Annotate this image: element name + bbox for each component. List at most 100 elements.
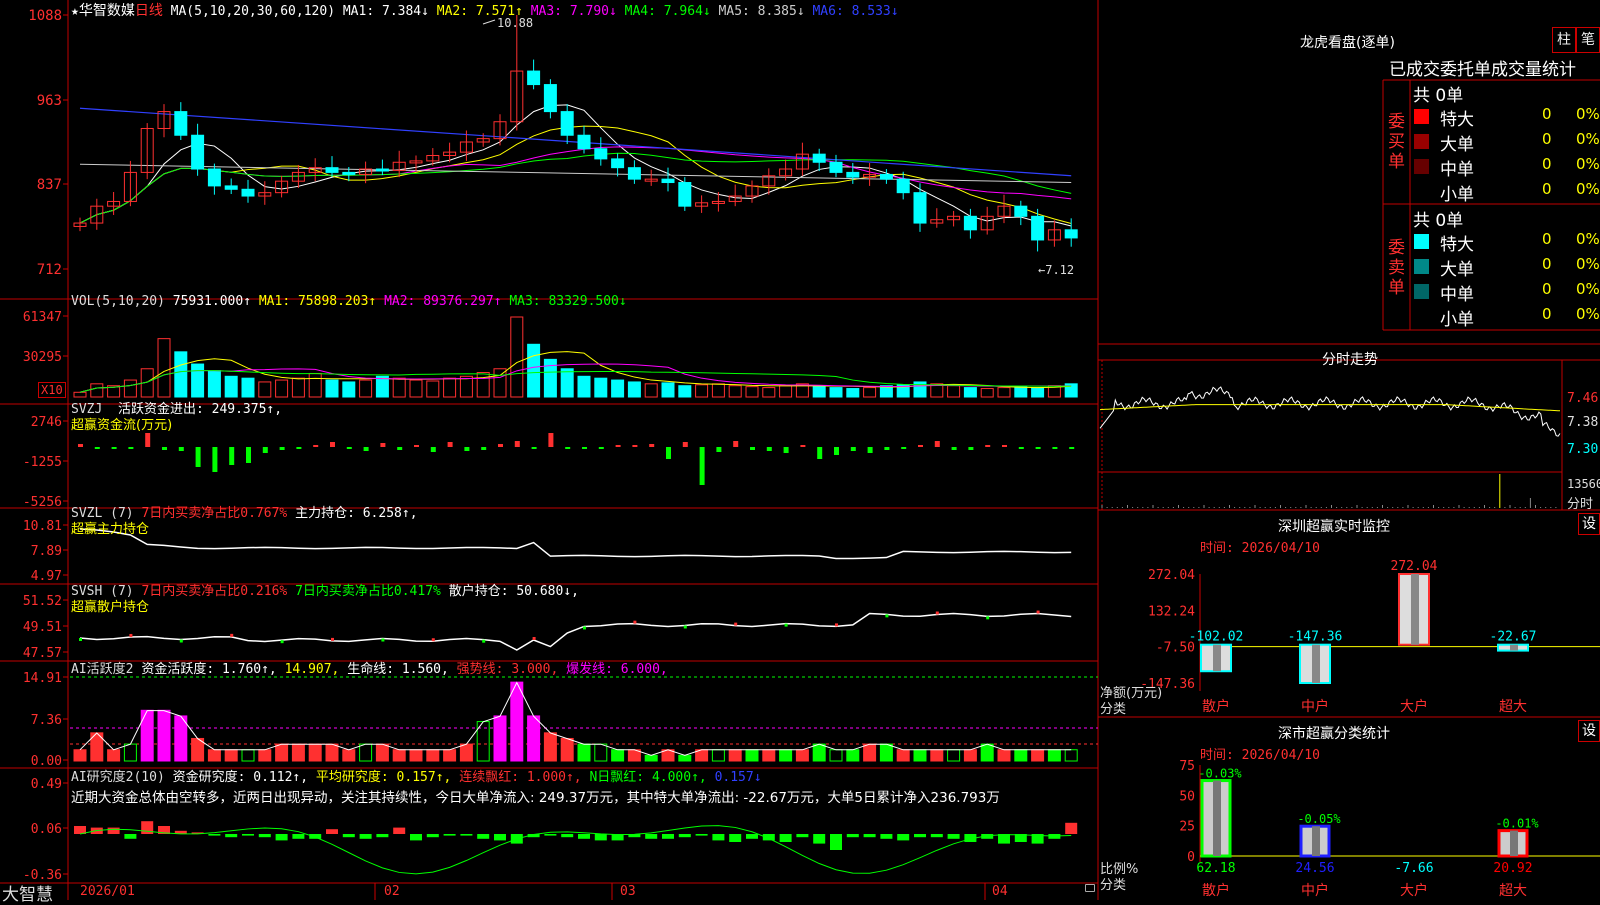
- fund-flow-bar: [817, 447, 823, 459]
- fund-flow-bar: [632, 445, 638, 447]
- volume-bar: [1031, 387, 1045, 398]
- volume-bar: [661, 382, 675, 398]
- research-bar: [393, 827, 406, 834]
- sz-class-time: 时间: 2026/04/10: [1200, 748, 1320, 763]
- y-tick-label: 2746: [31, 415, 62, 430]
- date-label: 02: [384, 884, 400, 899]
- sz-monitor-settings-button[interactable]: 设: [1578, 513, 1600, 535]
- stock-name[interactable]: 华智数媒: [79, 3, 135, 19]
- research-degree-bars[interactable]: [74, 821, 1078, 875]
- y-tick-label: 75: [1179, 759, 1195, 774]
- volume-bar: [947, 385, 961, 398]
- y-tick-label: 50: [1179, 789, 1195, 804]
- date-label: 04: [992, 884, 1008, 899]
- candle-body: [829, 161, 843, 173]
- volume-bars[interactable]: [73, 316, 1078, 398]
- sz-class-chart[interactable]: 75 50 25 0 -0.03% 62.18 散户 -0.05% 24.56 中户 -7.66 大户…: [1179, 759, 1600, 899]
- ma-params: MA(5,10,20,30,60,120): [170, 4, 336, 19]
- category-label: 超大: [1499, 883, 1527, 899]
- fund-flow-bars[interactable]: [78, 433, 1075, 485]
- research-bar: [544, 834, 557, 836]
- order-count: 0: [1542, 305, 1552, 323]
- y-tick-label: 0.06: [31, 822, 62, 837]
- intraday-volume-unit: 分时: [1567, 497, 1594, 512]
- low-price-label: ←7.12: [1038, 263, 1074, 277]
- y-tick-label: 4.97: [31, 569, 62, 584]
- column-view-button[interactable]: 柱: [1552, 27, 1576, 53]
- main-force-line[interactable]: [79, 528, 1072, 560]
- sz-monitor-bar: [1497, 643, 1529, 652]
- retail-tick: [583, 626, 586, 630]
- research-bar: [426, 834, 439, 838]
- research-bar: [443, 834, 456, 836]
- research-bar: [124, 834, 137, 839]
- watchlist-star-icon[interactable]: ★: [71, 4, 79, 19]
- activity-bar: [863, 743, 877, 762]
- research-bar: [712, 834, 725, 841]
- intraday-title[interactable]: 分时走势: [1322, 349, 1378, 369]
- indicator-value: MA5: 8.385↓: [718, 4, 813, 19]
- retail-holding-line[interactable]: [79, 610, 1072, 651]
- fund-flow-bar: [716, 447, 722, 452]
- sz-class-settings-button[interactable]: 设: [1578, 720, 1600, 742]
- candle-body: [342, 171, 356, 175]
- research-indicator-name[interactable]: AI研究度2(10): [71, 770, 165, 785]
- fund-flow-bar: [447, 442, 453, 447]
- research-bar: [813, 834, 826, 844]
- candlestick-series[interactable]: [73, 15, 1078, 252]
- fund-flow-bar: [850, 447, 856, 451]
- change-label: -0.01%: [1495, 817, 1539, 831]
- activity-bar: [896, 749, 910, 762]
- fund-activity-bars[interactable]: [70, 676, 1098, 762]
- candle-body: [661, 178, 675, 184]
- retail-tick: [129, 633, 133, 637]
- sell-orders-label: 委卖单: [1388, 238, 1405, 298]
- activity-bar: [879, 743, 893, 762]
- order-count: 0: [1542, 130, 1552, 148]
- fund-flow-bar: [783, 447, 789, 453]
- category-label: 中户: [1301, 882, 1329, 899]
- sz-monitor-bar: [1299, 643, 1331, 684]
- research-bar: [678, 834, 691, 838]
- sz-monitor-chart[interactable]: 272.04132.24-7.50-147.36-102.02散户-147.36…: [1140, 559, 1600, 715]
- activity-bar: [560, 737, 574, 762]
- order-percent: 0%: [1576, 280, 1600, 298]
- indicator-value: MA1: 7.384↓: [342, 4, 437, 19]
- candle-body: [846, 171, 860, 178]
- volume-bar: [812, 385, 826, 398]
- fund-flow-bar: [766, 447, 772, 451]
- fund-flow-bar: [582, 447, 587, 449]
- bar-value-label: -147.36: [1288, 630, 1343, 645]
- fund-activity-indicator-name[interactable]: AI活跃度2: [71, 662, 133, 677]
- sz-class-x-caption: 分类: [1100, 878, 1127, 893]
- research-bar: [796, 834, 809, 838]
- activity-bar: [577, 743, 591, 762]
- retail-tick: [885, 614, 889, 618]
- intraday-chart[interactable]: 7.46 7.38 7.30: [1099, 386, 1598, 508]
- category-label: 大户: [1400, 698, 1428, 715]
- activity-bar: [258, 749, 272, 762]
- research-bar: [494, 834, 506, 841]
- volume-bar: [695, 384, 709, 398]
- activity-bar: [678, 754, 692, 762]
- activity-bar: [611, 749, 625, 762]
- stroke-view-button[interactable]: 笔: [1576, 27, 1600, 53]
- terminal-canvas: 10.88 ←7.12 7.467.387.30 272.04132.24-7.…: [0, 0, 1600, 900]
- fund-flow-bar: [531, 447, 537, 449]
- activity-bar: [963, 749, 977, 762]
- candle-body: [879, 173, 893, 180]
- volume-bar: [459, 375, 473, 398]
- volume-bar: [611, 379, 625, 398]
- lock-icon[interactable]: [1085, 884, 1095, 892]
- activity-bar: [392, 749, 406, 762]
- retail-tick: [431, 638, 435, 642]
- volume-indicator-name[interactable]: VOL(5,10,20): [71, 294, 165, 309]
- y-tick-label: -5256: [23, 495, 62, 510]
- fund-flow-bar: [229, 447, 235, 465]
- period-label[interactable]: 日线: [135, 3, 163, 19]
- activity-bar: [224, 749, 238, 762]
- volume-bar: [275, 379, 289, 398]
- indicator-value: MA3: 7.790↓: [530, 4, 625, 19]
- research-bar: [258, 834, 271, 838]
- fund-flow-bar: [212, 447, 218, 472]
